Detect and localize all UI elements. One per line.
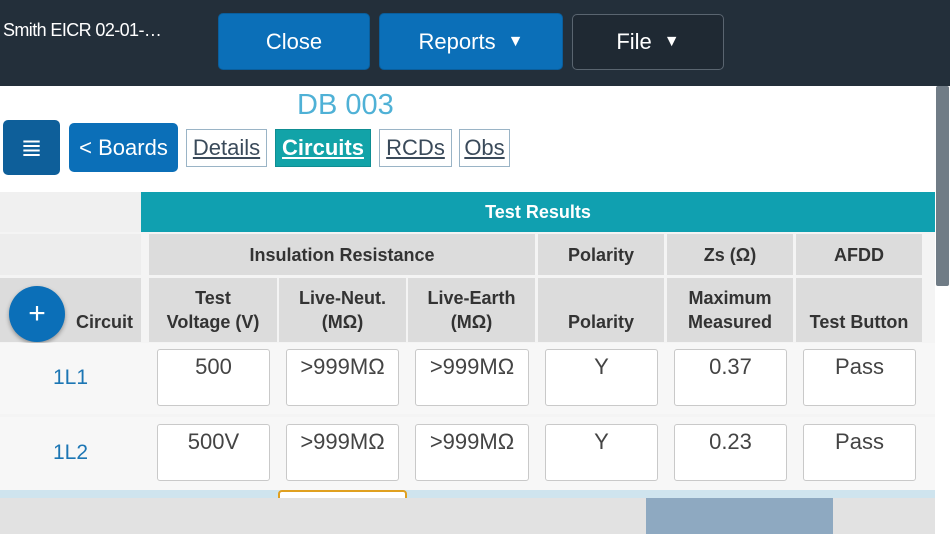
zs-section-header: Zs (Ω) — [667, 234, 793, 275]
test-voltage-input[interactable]: 500 — [157, 349, 270, 406]
live-earth-input[interactable]: >999MΩ — [415, 424, 529, 481]
hamburger-icon: ≣ — [20, 132, 43, 162]
polarity-input[interactable]: Y — [545, 349, 658, 406]
caret-down-icon: ▼ — [507, 32, 524, 50]
test-results-header: Test Results — [141, 192, 935, 232]
tab-rcds[interactable]: RCDs — [379, 129, 452, 167]
table-corner — [0, 192, 141, 232]
reports-button[interactable]: Reports ▼ — [379, 13, 563, 70]
board-title: DB 003 — [297, 89, 394, 121]
zs-max-header: Maximum Measured — [667, 278, 793, 342]
zs-input[interactable]: 0.23 — [674, 424, 787, 481]
live-earth-input[interactable]: >999MΩ — [415, 349, 529, 406]
tab-obs[interactable]: Obs — [459, 129, 510, 167]
live-earth-header: Live-Earth (MΩ) — [408, 278, 535, 342]
polarity-column-header: Polarity — [538, 278, 664, 342]
circuit-link[interactable]: 1L2 — [53, 441, 88, 465]
close-button-label: Close — [265, 28, 323, 54]
top-bar: Smith EICR 02-01-… Close Reports ▼ File … — [0, 0, 950, 86]
horizontal-scroll-thumb[interactable] — [646, 498, 833, 534]
polarity-input[interactable]: Y — [545, 424, 658, 481]
circuit-link[interactable]: 1L1 — [53, 366, 88, 390]
document-title: Smith EICR 02-01-… — [3, 20, 162, 40]
close-button[interactable]: Close — [218, 13, 370, 70]
zs-input[interactable]: 0.37 — [674, 349, 787, 406]
polarity-section-header: Polarity — [538, 234, 664, 275]
test-voltage-input[interactable]: 500V — [157, 424, 270, 481]
plus-icon: + — [28, 297, 46, 330]
circuit-column-label: Circuit — [75, 312, 133, 332]
file-button-label: File — [616, 29, 652, 54]
section-blank — [0, 234, 141, 275]
add-circuit-button[interactable]: + — [9, 286, 65, 342]
afdd-test-input[interactable]: Pass — [803, 424, 916, 481]
menu-button[interactable]: ≣ — [3, 120, 60, 175]
file-button[interactable]: File ▼ — [572, 14, 724, 70]
boards-back-button[interactable]: < Boards — [69, 123, 178, 172]
live-neut-input[interactable]: >999MΩ — [286, 424, 399, 481]
live-neut-input[interactable]: >999MΩ — [286, 349, 399, 406]
reports-button-label: Reports — [418, 28, 496, 54]
afdd-section-header: AFDD — [796, 234, 922, 275]
live-neut-header: Live-Neut. (MΩ) — [279, 278, 406, 342]
tab-details[interactable]: Details — [186, 129, 267, 167]
insulation-resistance-header: Insulation Resistance — [149, 234, 535, 275]
afdd-test-header: Test Button — [796, 278, 922, 342]
afdd-test-input[interactable]: Pass — [803, 349, 916, 406]
vertical-scroll-thumb[interactable] — [936, 86, 949, 286]
focused-input-edge[interactable] — [278, 490, 407, 498]
next-row-edge — [0, 490, 935, 498]
test-voltage-header: Test Voltage (V) — [149, 278, 277, 342]
caret-down-icon: ▼ — [663, 33, 680, 50]
tab-circuits[interactable]: Circuits — [275, 129, 371, 167]
